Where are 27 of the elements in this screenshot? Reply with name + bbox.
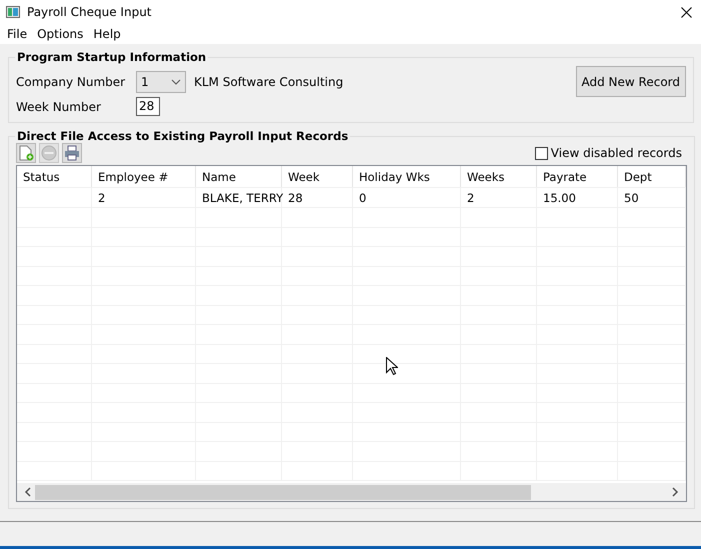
table-cell: 0 xyxy=(353,188,461,207)
table-cell: 15.00 xyxy=(537,188,618,207)
column-header[interactable]: Employee # xyxy=(92,166,196,187)
field-label: Week Number xyxy=(16,100,102,114)
column-header[interactable]: Dept xyxy=(618,166,686,187)
table-cell: 2 xyxy=(461,188,537,207)
menu-item[interactable]: File xyxy=(2,27,32,41)
menu-item[interactable]: Help xyxy=(88,27,126,41)
column-header[interactable]: Holiday Wks xyxy=(353,166,461,187)
group-title: Program Startup Information xyxy=(16,50,208,64)
table-cell: 50 xyxy=(618,188,686,207)
week-field[interactable]: 28 xyxy=(136,97,160,116)
table-cell: 2 xyxy=(92,188,196,207)
column-header[interactable]: Week xyxy=(282,166,353,187)
company-name: KLM Software Consulting xyxy=(194,74,344,88)
field-label: Company Number xyxy=(16,74,126,88)
column-header[interactable]: Weeks xyxy=(461,166,537,187)
table-cell: 28 xyxy=(282,188,353,207)
column-header[interactable]: Name xyxy=(196,166,282,187)
column-header[interactable]: Status xyxy=(17,166,92,187)
table-cell: BLAKE, TERRY xyxy=(196,188,282,207)
group-title: Direct File Access to Existing Payroll Input Records xyxy=(16,129,350,143)
column-header[interactable]: Payrate xyxy=(537,166,618,187)
window-title: Payroll Cheque Input xyxy=(27,5,153,19)
menu-item[interactable]: Options xyxy=(32,27,88,41)
add-record-button[interactable]: Add New Record xyxy=(576,66,686,97)
company-dropdown[interactable]: 1 xyxy=(136,70,186,92)
